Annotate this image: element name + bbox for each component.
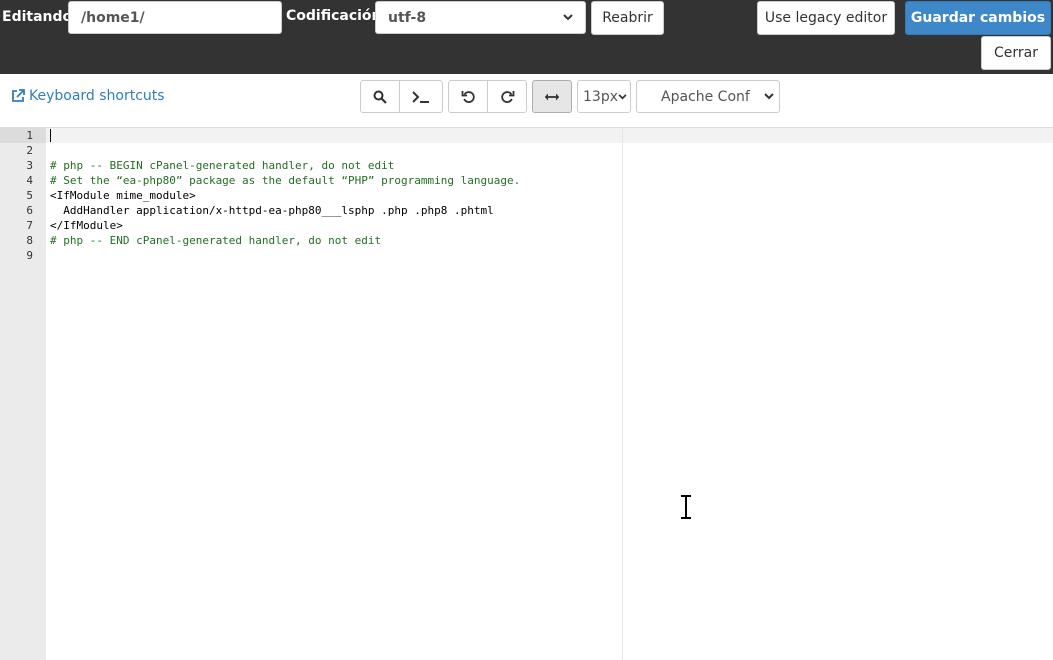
line-number: 6 [26, 204, 33, 217]
code-line: # php -- BEGIN cPanel-generated handler,… [50, 159, 395, 172]
wrap-toggle-icon [544, 93, 560, 100]
line-number: 9 [26, 249, 33, 262]
code-line: <IfModule mime_module> [50, 189, 196, 202]
undo-button[interactable] [448, 80, 488, 113]
code-line: AddHandler application/x-httpd-ea-php80_… [50, 204, 494, 217]
active-line-highlight [46, 128, 1053, 143]
text-cursor-icon [681, 495, 691, 519]
encoding-label: Codificación [286, 8, 382, 24]
goto-line-button[interactable] [399, 80, 443, 113]
chevron-down-icon [764, 93, 774, 100]
line-number: 2 [26, 144, 33, 157]
line-number: 5 [26, 189, 33, 202]
editing-label: Editando: [2, 9, 78, 25]
wrap-toggle-button[interactable] [532, 80, 572, 113]
code-line: </IfModule> [50, 219, 123, 232]
file-path-input[interactable] [68, 1, 282, 34]
print-margin [622, 128, 623, 660]
terminal-icon [412, 90, 429, 103]
redo-button[interactable] [487, 80, 527, 113]
code-line: # Set the “ea-php80” package as the defa… [50, 174, 521, 187]
search-icon [373, 90, 387, 104]
line-number: 4 [26, 174, 33, 187]
close-button[interactable]: Cerrar [981, 36, 1051, 70]
reopen-button[interactable]: Reabrir [591, 1, 664, 35]
mode-select[interactable]: Apache Conf [636, 80, 780, 113]
font-size-select[interactable]: 13px [577, 80, 631, 113]
font-size-value: 13px [583, 88, 618, 105]
legacy-editor-button[interactable]: Use legacy editor [757, 1, 895, 35]
keyboard-shortcuts-link[interactable]: Keyboard shortcuts [11, 88, 165, 104]
chevron-down-icon [618, 93, 627, 99]
line-number: 1 [26, 129, 33, 142]
search-button[interactable] [360, 80, 400, 113]
text-cursor [50, 129, 51, 142]
line-number: 8 [26, 234, 33, 247]
encoding-select[interactable]: utf-8 [375, 1, 586, 34]
undo-icon [461, 91, 475, 103]
encoding-value: utf-8 [388, 9, 427, 26]
code-line: # php -- END cPanel-generated handler, d… [50, 234, 382, 247]
keyboard-shortcuts-label: Keyboard shortcuts [29, 88, 165, 104]
line-number: 3 [26, 159, 33, 172]
mode-value: Apache Conf [661, 88, 750, 105]
external-link-icon [12, 89, 25, 102]
chevron-down-icon [563, 14, 573, 21]
code-editor[interactable]: 1 2 3 4 5 6 7 8 9 # php -- BEGIN cPanel-… [0, 127, 1053, 660]
save-changes-button[interactable]: Guardar cambios [905, 1, 1051, 35]
redo-icon [500, 91, 514, 103]
line-number: 7 [26, 219, 33, 232]
